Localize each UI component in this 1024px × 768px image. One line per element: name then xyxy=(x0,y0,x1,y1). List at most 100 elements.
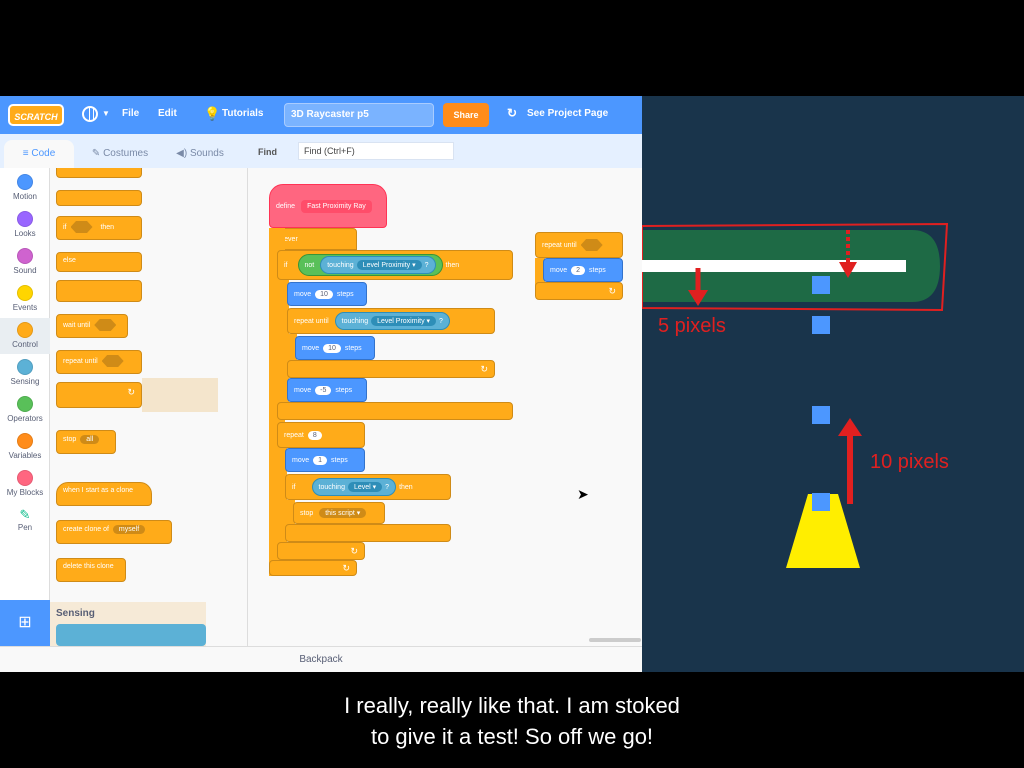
category-label: My Blocks xyxy=(6,488,44,497)
palette-repeat-until-block[interactable]: repeat until xyxy=(56,350,142,374)
tab-costumes[interactable]: ✎ Costumes xyxy=(80,140,160,168)
sensing-heading: Sensing xyxy=(56,608,95,619)
palette-clone-hat-block[interactable]: when I start as a clone xyxy=(56,482,152,506)
touching-target-dropdown[interactable]: Level Proximity ▾ xyxy=(371,316,437,326)
define-block[interactable]: define Fast Proximity Ray xyxy=(269,184,387,228)
video-frame: SCRATCH ▼ File Edit 💡 Tutorials 3D Rayca… xyxy=(0,0,1024,768)
tab-code[interactable]: ≡ Code xyxy=(4,140,74,168)
if-touching-block[interactable]: if touching Level ▾ ? then xyxy=(285,474,451,500)
not-operator[interactable]: not touching Level Proximity ▾ ? xyxy=(297,254,443,276)
block-text: not xyxy=(304,261,315,269)
tab-costumes-label: Costumes xyxy=(103,148,149,159)
if-not-touching-block[interactable]: if not touching Level Proximity ▾ ? then xyxy=(277,250,513,280)
category-my-blocks[interactable]: My Blocks xyxy=(0,470,50,497)
move-steps-block[interactable]: move 10 steps xyxy=(287,282,367,306)
variables-dot-icon xyxy=(17,433,33,449)
palette-block-fragment[interactable] xyxy=(56,168,142,178)
palette-block-fragment[interactable] xyxy=(56,280,142,302)
forever-end[interactable]: ↻ xyxy=(269,560,357,576)
sensing-dot-icon xyxy=(17,359,33,375)
category-variables[interactable]: Variables xyxy=(0,433,50,460)
if-end[interactable] xyxy=(277,402,513,420)
horizontal-scrollbar[interactable] xyxy=(589,638,641,642)
script-area: define Fast Proximity Ray forever if not… xyxy=(249,168,642,646)
see-project-page-button[interactable]: See Project Page xyxy=(527,108,608,119)
boolean-slot xyxy=(101,355,124,367)
backpack-bar[interactable]: Backpack xyxy=(0,646,642,672)
edit-menu[interactable]: Edit xyxy=(158,108,177,119)
file-menu[interactable]: File xyxy=(122,108,139,119)
palette-stop-block[interactable]: stop all xyxy=(56,430,116,454)
clone-target-dropdown[interactable]: myself xyxy=(112,525,146,534)
move-steps-block[interactable]: move 10 steps xyxy=(295,336,375,360)
palette-block-fragment[interactable] xyxy=(56,190,142,206)
side-move-steps-block[interactable]: move 2 steps xyxy=(543,258,623,282)
if-end[interactable] xyxy=(285,524,451,542)
palette-if-then-block[interactable]: if then xyxy=(56,216,142,240)
palette-repeat-until-end[interactable]: ↻ xyxy=(56,382,142,408)
stage[interactable]: 5 pixels 10 pixels xyxy=(642,96,1024,672)
events-dot-icon xyxy=(17,285,33,301)
add-extension-button[interactable]: ⊞ xyxy=(0,600,50,646)
scratch-logo[interactable]: SCRATCH xyxy=(8,104,64,126)
share-button[interactable]: Share xyxy=(443,103,489,127)
chevron-down-icon[interactable]: ▼ xyxy=(102,109,110,118)
touching-sensor[interactable]: touching Level ▾ ? xyxy=(311,478,397,496)
touching-target-dropdown[interactable]: Level Proximity ▾ xyxy=(356,260,422,270)
repeat-end[interactable]: ↻ xyxy=(277,542,365,560)
pen-icon: ✎ xyxy=(19,507,31,522)
category-sensing[interactable]: Sensing xyxy=(0,359,50,386)
palette-wait-until-block[interactable]: wait until xyxy=(56,314,128,338)
palette-create-clone-block[interactable]: create clone of myself xyxy=(56,520,172,544)
steps-input[interactable]: -5 xyxy=(315,385,332,395)
video-subtitle: I really, really like that. I am stoked … xyxy=(0,690,1024,752)
lightbulb-icon[interactable]: 💡 xyxy=(204,106,220,122)
stop-block[interactable]: stop this script ▾ xyxy=(293,502,385,524)
block-text: repeat until xyxy=(542,241,577,249)
category-motion[interactable]: Motion xyxy=(0,174,50,201)
category-operators[interactable]: Operators xyxy=(0,396,50,423)
repeat-until-block[interactable]: repeat until touching Level Proximity ▾ … xyxy=(287,308,495,334)
palette-sensing-block-fragment[interactable] xyxy=(56,624,206,646)
category-pen[interactable]: ✎ Pen xyxy=(0,507,50,532)
category-label: Control xyxy=(12,340,38,349)
steps-input[interactable]: 10 xyxy=(315,289,333,299)
repeat-until-end[interactable]: ↻ xyxy=(287,360,495,378)
steps-input[interactable]: 1 xyxy=(313,455,328,465)
category-control[interactable]: Control xyxy=(0,318,50,354)
tutorials-menu[interactable]: Tutorials xyxy=(222,108,263,119)
move-steps-block[interactable]: move -5 steps xyxy=(287,378,367,402)
stop-dropdown[interactable]: all xyxy=(80,435,100,444)
see-project-icon[interactable]: ↻ xyxy=(507,106,517,120)
tabs-bar: ≡ Code ✎ Costumes ◀) Sounds Find Find (C… xyxy=(0,134,642,168)
move-steps-block[interactable]: move 1 steps xyxy=(285,448,365,472)
looks-dot-icon xyxy=(17,211,33,227)
touching-sensor[interactable]: touching Level Proximity ▾ ? xyxy=(320,256,436,274)
steps-input[interactable]: 10 xyxy=(323,343,341,353)
block-text: when I start as a clone xyxy=(63,487,134,494)
repeat-block[interactable]: repeat 8 xyxy=(277,422,365,448)
tab-sounds[interactable]: ◀) Sounds xyxy=(164,140,236,168)
project-title-input[interactable]: 3D Raycaster p5 xyxy=(284,103,434,127)
label-5-pixels: 5 pixels xyxy=(658,315,726,337)
globe-icon[interactable] xyxy=(82,106,98,122)
category-looks[interactable]: Looks xyxy=(0,211,50,238)
steps-input[interactable]: 2 xyxy=(571,265,586,275)
block-text: delete this clone xyxy=(63,563,114,570)
block-text: steps xyxy=(336,290,354,298)
category-sound[interactable]: Sound xyxy=(0,248,50,275)
touching-sensor[interactable]: touching Level Proximity ▾ ? xyxy=(334,312,450,330)
palette-drag-ghost xyxy=(142,378,218,412)
palette-delete-clone-block[interactable]: delete this clone xyxy=(56,558,126,582)
sound-dot-icon xyxy=(17,248,33,264)
block-text: ? xyxy=(385,483,390,491)
repeat-count-input[interactable]: 8 xyxy=(307,430,322,440)
side-repeat-end[interactable]: ↻ xyxy=(535,282,623,300)
palette-else-block[interactable]: else xyxy=(56,252,142,272)
stop-dropdown[interactable]: this script ▾ xyxy=(319,508,367,518)
find-input[interactable]: Find (Ctrl+F) xyxy=(298,142,454,160)
block-text: touching xyxy=(341,317,369,325)
touching-target-dropdown[interactable]: Level ▾ xyxy=(347,482,383,492)
side-repeat-until-block[interactable]: repeat until xyxy=(535,232,623,258)
category-events[interactable]: Events xyxy=(0,285,50,312)
